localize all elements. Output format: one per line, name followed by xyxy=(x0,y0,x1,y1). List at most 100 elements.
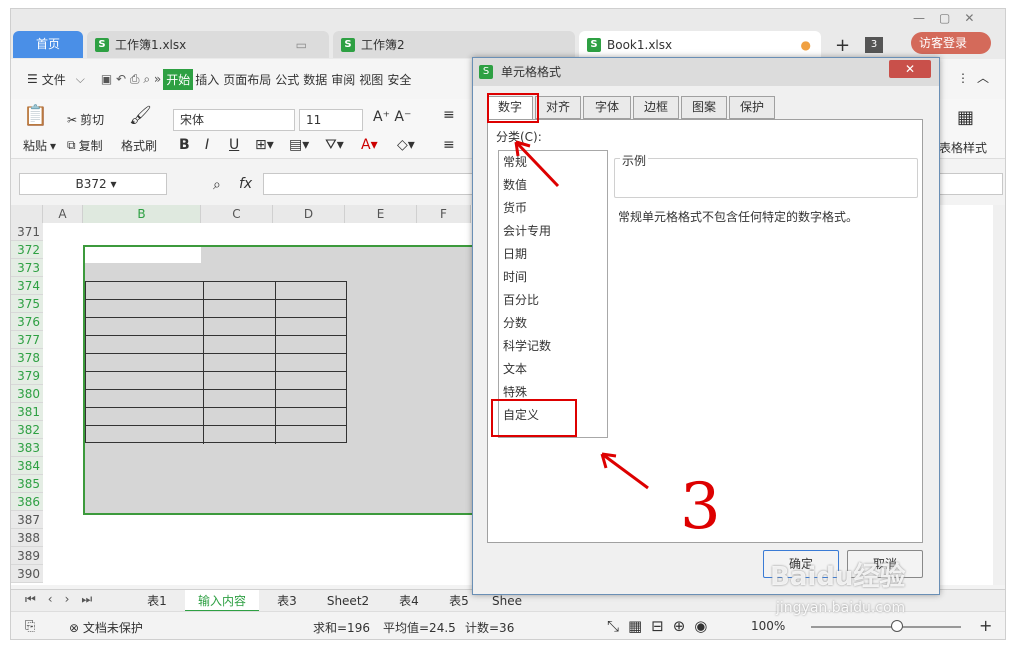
row-header[interactable]: 380 xyxy=(11,385,43,403)
row-header[interactable]: 376 xyxy=(11,313,43,331)
select-all-corner[interactable] xyxy=(11,205,43,223)
more-icon[interactable]: ⋮ xyxy=(955,71,971,85)
doc-tab-2[interactable]: S 工作簿2 xyxy=(333,31,575,58)
window-controls[interactable]: —▢✕ xyxy=(913,11,988,25)
fill-color-icon[interactable]: ⛛▾ xyxy=(325,137,344,153)
zoom-in-icon[interactable]: + xyxy=(979,616,992,635)
sheet-tab[interactable]: 表4 xyxy=(387,590,431,612)
category-item-custom[interactable]: 自定义 xyxy=(499,404,607,427)
login-button[interactable]: 访客登录 xyxy=(911,32,991,54)
menu-insert[interactable]: 插入 xyxy=(193,71,221,88)
zoom-level[interactable]: 100% xyxy=(751,619,785,633)
collapse-ribbon-icon[interactable]: ︿ xyxy=(975,69,991,86)
table-style-button[interactable]: 表格样式 xyxy=(939,139,987,156)
format-painter-button[interactable]: 格式刷 xyxy=(121,137,157,154)
col-header[interactable]: F xyxy=(417,205,471,223)
category-item[interactable]: 科学记数 xyxy=(499,335,607,358)
menu-formula[interactable]: 公式 xyxy=(273,71,301,88)
align-top-icon[interactable]: ≡ xyxy=(443,107,455,123)
sheet-tab-active[interactable]: 输入内容 xyxy=(185,590,259,612)
paste-icon[interactable]: 📋 xyxy=(23,103,48,127)
col-header[interactable]: C xyxy=(201,205,273,223)
table-style-icon[interactable]: ▦ xyxy=(957,107,974,128)
vertical-scrollbar[interactable] xyxy=(993,205,1005,585)
menu-view[interactable]: 视图 xyxy=(357,71,385,88)
tab-font[interactable]: 字体 xyxy=(583,96,631,119)
menu-security[interactable]: 安全 xyxy=(385,71,413,88)
category-item[interactable]: 数值 xyxy=(499,174,607,197)
category-item[interactable]: 货币 xyxy=(499,197,607,220)
row-header[interactable]: 389 xyxy=(11,547,43,565)
sheet-tab[interactable]: 表1 xyxy=(135,590,179,612)
row-header[interactable]: 386 xyxy=(11,493,43,511)
tab-pattern[interactable]: 图案 xyxy=(681,96,727,119)
col-header[interactable]: D xyxy=(273,205,345,223)
sheet-tab[interactable]: 表3 xyxy=(265,590,309,612)
row-header[interactable]: 381 xyxy=(11,403,43,421)
row-header[interactable]: 383 xyxy=(11,439,43,457)
row-header[interactable]: 379 xyxy=(11,367,43,385)
home-tab[interactable]: 首页 xyxy=(13,31,83,58)
new-tab-icon[interactable]: + xyxy=(835,35,850,56)
bold-button[interactable]: B xyxy=(179,137,190,153)
view-mode-icons[interactable]: ⤡▦⊟⊕◉ xyxy=(607,617,716,635)
copy-button[interactable]: ⧉ 复制 xyxy=(67,137,103,154)
align-left-icon[interactable]: ≡ xyxy=(443,137,455,153)
menu-file[interactable]: 文件 xyxy=(40,71,68,88)
row-header[interactable]: 371 xyxy=(11,223,43,241)
tab-border[interactable]: 边框 xyxy=(633,96,679,119)
italic-button[interactable]: I xyxy=(205,137,209,153)
fx-icon[interactable]: fx xyxy=(239,176,252,192)
menu-data[interactable]: 数据 xyxy=(301,71,329,88)
category-item[interactable]: 常规 xyxy=(499,151,607,174)
active-cell[interactable] xyxy=(85,247,201,263)
row-header[interactable]: 385 xyxy=(11,475,43,493)
font-size-select[interactable]: 11 xyxy=(299,109,363,131)
row-header[interactable]: 384 xyxy=(11,457,43,475)
zoom-handle[interactable] xyxy=(891,620,903,632)
font-grow-icon[interactable]: A⁺ A⁻ xyxy=(373,109,411,125)
row-header[interactable]: 372 xyxy=(11,241,43,259)
sheet-nav-arrows[interactable]: ⏮‹›⏭ xyxy=(25,592,104,607)
category-item[interactable]: 百分比 xyxy=(499,289,607,312)
category-item[interactable]: 特殊 xyxy=(499,381,607,404)
close-icon[interactable]: ✕ xyxy=(889,60,931,78)
row-header[interactable]: 387 xyxy=(11,511,43,529)
category-list[interactable]: 常规 数值 货币 会计专用 日期 时间 百分比 分数 科学记数 文本 特殊 自定… xyxy=(498,150,608,438)
col-header[interactable]: B xyxy=(83,205,201,223)
tab-alignment[interactable]: 对齐 xyxy=(535,96,581,119)
zoom-search-icon[interactable]: ⌕ xyxy=(213,177,221,193)
menu-review[interactable]: 审阅 xyxy=(329,71,357,88)
category-item[interactable]: 分数 xyxy=(499,312,607,335)
row-header[interactable]: 374 xyxy=(11,277,43,295)
name-box[interactable]: B372 ▾ xyxy=(19,173,167,195)
row-header[interactable]: 377 xyxy=(11,331,43,349)
eraser-icon[interactable]: ◇▾ xyxy=(397,137,415,153)
sheet-tab[interactable]: Sheet2 xyxy=(315,590,381,612)
font-color-icon[interactable]: A▾ xyxy=(361,137,378,153)
category-item[interactable]: 时间 xyxy=(499,266,607,289)
hamburger-icon[interactable]: ☰ xyxy=(25,72,40,86)
row-header[interactable]: 378 xyxy=(11,349,43,367)
row-header[interactable]: 375 xyxy=(11,295,43,313)
brush-icon[interactable]: 🖌 xyxy=(129,105,152,126)
tab-number[interactable]: 数字 xyxy=(487,96,533,120)
doc-tab-3[interactable]: S Book1.xlsx ● xyxy=(579,31,821,58)
row-header[interactable]: 388 xyxy=(11,529,43,547)
paste-button[interactable]: 粘贴 ▾ xyxy=(23,137,56,154)
doc-tab-1[interactable]: S 工作簿1.xlsx ▭ xyxy=(87,31,329,58)
underline-button[interactable]: U xyxy=(229,137,239,153)
tab-protection[interactable]: 保护 xyxy=(729,96,775,119)
quick-access-icons[interactable]: ▣ ↶ ⎙ ⌕ » xyxy=(99,72,163,87)
row-header[interactable]: 373 xyxy=(11,259,43,277)
tab-count-badge[interactable]: 3 xyxy=(865,37,883,53)
row-header[interactable]: 390 xyxy=(11,565,43,583)
category-item[interactable]: 日期 xyxy=(499,243,607,266)
menu-start[interactable]: 开始 xyxy=(163,68,194,90)
menu-page-layout[interactable]: 页面布局 xyxy=(221,71,273,88)
category-item[interactable]: 文本 xyxy=(499,358,607,381)
monitor-icon[interactable]: ▭ xyxy=(296,38,307,52)
font-name-select[interactable]: 宋体 xyxy=(173,109,295,131)
col-header[interactable]: E xyxy=(345,205,417,223)
macro-icon[interactable]: ⎘ xyxy=(25,619,35,634)
